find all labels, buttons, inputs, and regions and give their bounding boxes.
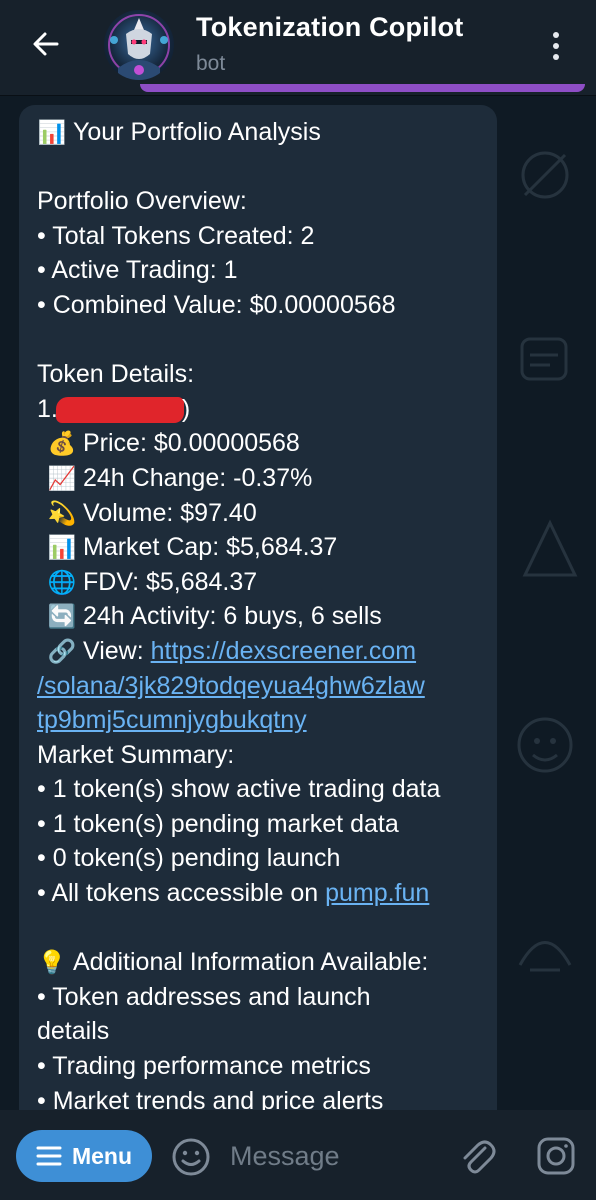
message-line: Portfolio Overview: <box>37 184 487 219</box>
message-line: 💫 Volume: $97.40 <box>37 496 487 531</box>
emoji-icon: 📊 <box>47 535 77 562</box>
token-prefix: 1. <box>37 394 58 423</box>
line-text: Portfolio Overview: <box>37 187 247 216</box>
message-line: tp9bmj5cumnjygbukqtny <box>37 703 487 738</box>
line-text: Your Portfolio Analysis <box>73 118 321 146</box>
line-text: • Total Tokens Created: 2 <box>37 221 315 250</box>
doodle-icon <box>522 519 578 577</box>
message-line: • Active Trading: 1 <box>37 253 487 288</box>
emoji-icon: 📊 <box>37 120 67 146</box>
emoji-button[interactable] <box>170 1136 212 1178</box>
menu-button-label: Menu <box>71 1142 133 1169</box>
message-line: 1.) <box>37 392 487 427</box>
attach-button[interactable] <box>455 1134 499 1178</box>
message-line: • Total Tokens Created: 2 <box>37 219 487 254</box>
message-line: • Combined Value: $0.00000568 <box>37 288 487 323</box>
emoji-icon: 💰 <box>47 431 77 458</box>
previous-message-edge <box>140 84 585 92</box>
arrow-left-icon <box>33 32 59 56</box>
emoji-icon: 💫 <box>47 500 77 527</box>
line-text: Volume: $97.40 <box>83 498 257 527</box>
doodle-icon <box>517 717 573 773</box>
doodle-icon <box>521 151 569 199</box>
emoji-icon: 🔗 <box>47 638 77 665</box>
line-text: • Trading performance metrics <box>37 1052 371 1081</box>
message-line: Market Summary: <box>37 738 487 773</box>
line-text: • All tokens accessible on <box>37 879 326 908</box>
emoji-icon: 📈 <box>47 465 77 492</box>
line-text: • Active Trading: 1 <box>37 256 238 285</box>
vertical-dots-icon <box>553 32 559 38</box>
paperclip-icon <box>463 1140 496 1174</box>
chat-title[interactable]: Tokenization Copilot <box>196 12 463 43</box>
message-input[interactable] <box>222 1130 458 1182</box>
message-link[interactable]: /solana/3jk829todqeyua4ghw6zlaw <box>37 672 425 700</box>
line-text: Token Details: <box>37 360 195 389</box>
emoji-icon: 🌐 <box>47 569 77 596</box>
line-text: Price: $0.00000568 <box>83 429 300 458</box>
message-line: 💰 Price: $0.00000568 <box>37 426 487 461</box>
line-text: 24h Change: -0.37% <box>83 463 313 492</box>
message-line: details <box>37 1014 487 1049</box>
line-text: Market Summary: <box>37 740 235 769</box>
message-line: 🌐 FDV: $5,684.37 <box>37 565 487 600</box>
emoji-icon <box>172 1138 210 1176</box>
camera-button[interactable] <box>534 1134 578 1178</box>
message-text: 📊 Your Portfolio Analysis Portfolio Overvi… <box>37 115 487 1118</box>
doodle-icon <box>520 337 568 381</box>
line-text: Market Cap: $5,684.37 <box>83 533 338 562</box>
message-line: • 0 token(s) pending launch <box>37 841 487 876</box>
message-line: • Trading performance metrics <box>37 1049 487 1084</box>
more-options-button[interactable] <box>540 26 572 66</box>
message-link[interactable]: tp9bmj5cumnjygbukqtny <box>37 706 307 734</box>
message-line: 🔄 24h Activity: 6 buys, 6 sells <box>37 599 487 634</box>
line-text: FDV: $5,684.37 <box>83 567 258 596</box>
message-line: 📊 Market Cap: $5,684.37 <box>37 530 487 565</box>
line-text: • 0 token(s) pending launch <box>37 844 341 873</box>
camera-icon <box>537 1137 575 1175</box>
emoji-icon: 🔄 <box>47 604 77 631</box>
message-line: • Token addresses and launch <box>37 980 487 1015</box>
message-line: • 1 token(s) pending market data <box>37 807 487 842</box>
message-line: /solana/3jk829todqeyua4ghw6zlaw <box>37 669 487 704</box>
doodle-icon <box>518 941 572 972</box>
message-link[interactable]: https://dexscreener.com <box>151 637 416 665</box>
message-link[interactable]: pump.fun <box>325 879 429 907</box>
menu-button[interactable]: Menu <box>16 1130 152 1182</box>
line-text: 24h Activity: 6 buys, 6 sells <box>83 602 382 631</box>
line-text: details <box>37 1017 110 1046</box>
message-line: 🔗 View: https://dexscreener.com <box>37 634 487 669</box>
robot-avatar-icon <box>108 14 170 80</box>
hamburger-icon <box>36 1146 62 1166</box>
message-line: 📈 24h Change: -0.37% <box>37 461 487 496</box>
message-input-bar: Menu <box>0 1110 596 1200</box>
section-heading: 📊 Your Portfolio Analysis <box>37 115 487 150</box>
emoji-icon: 💡 <box>37 950 67 977</box>
line-text: Additional Information Available: <box>73 948 429 977</box>
line-text: • 1 token(s) pending market data <box>37 809 399 838</box>
section-heading: 💡 Additional Information Available: <box>37 945 487 980</box>
back-button[interactable] <box>24 22 68 66</box>
chat-header: Tokenization Copilot bot <box>0 0 596 95</box>
line-text: • Combined Value: $0.00000568 <box>37 290 396 319</box>
message-line: Token Details: <box>37 357 487 392</box>
bot-avatar[interactable] <box>104 10 174 80</box>
token-suffix: ) <box>181 394 191 423</box>
line-text: • 1 token(s) show active trading data <box>37 775 441 804</box>
message-line: • All tokens accessible on pump.fun <box>37 876 487 911</box>
redacted-token-name <box>55 397 184 424</box>
line-text: View: <box>83 636 151 665</box>
line-text: • Token addresses and launch <box>37 982 371 1011</box>
message-line: • 1 token(s) show active trading data <box>37 772 487 807</box>
chat-subtitle: bot <box>196 52 226 75</box>
